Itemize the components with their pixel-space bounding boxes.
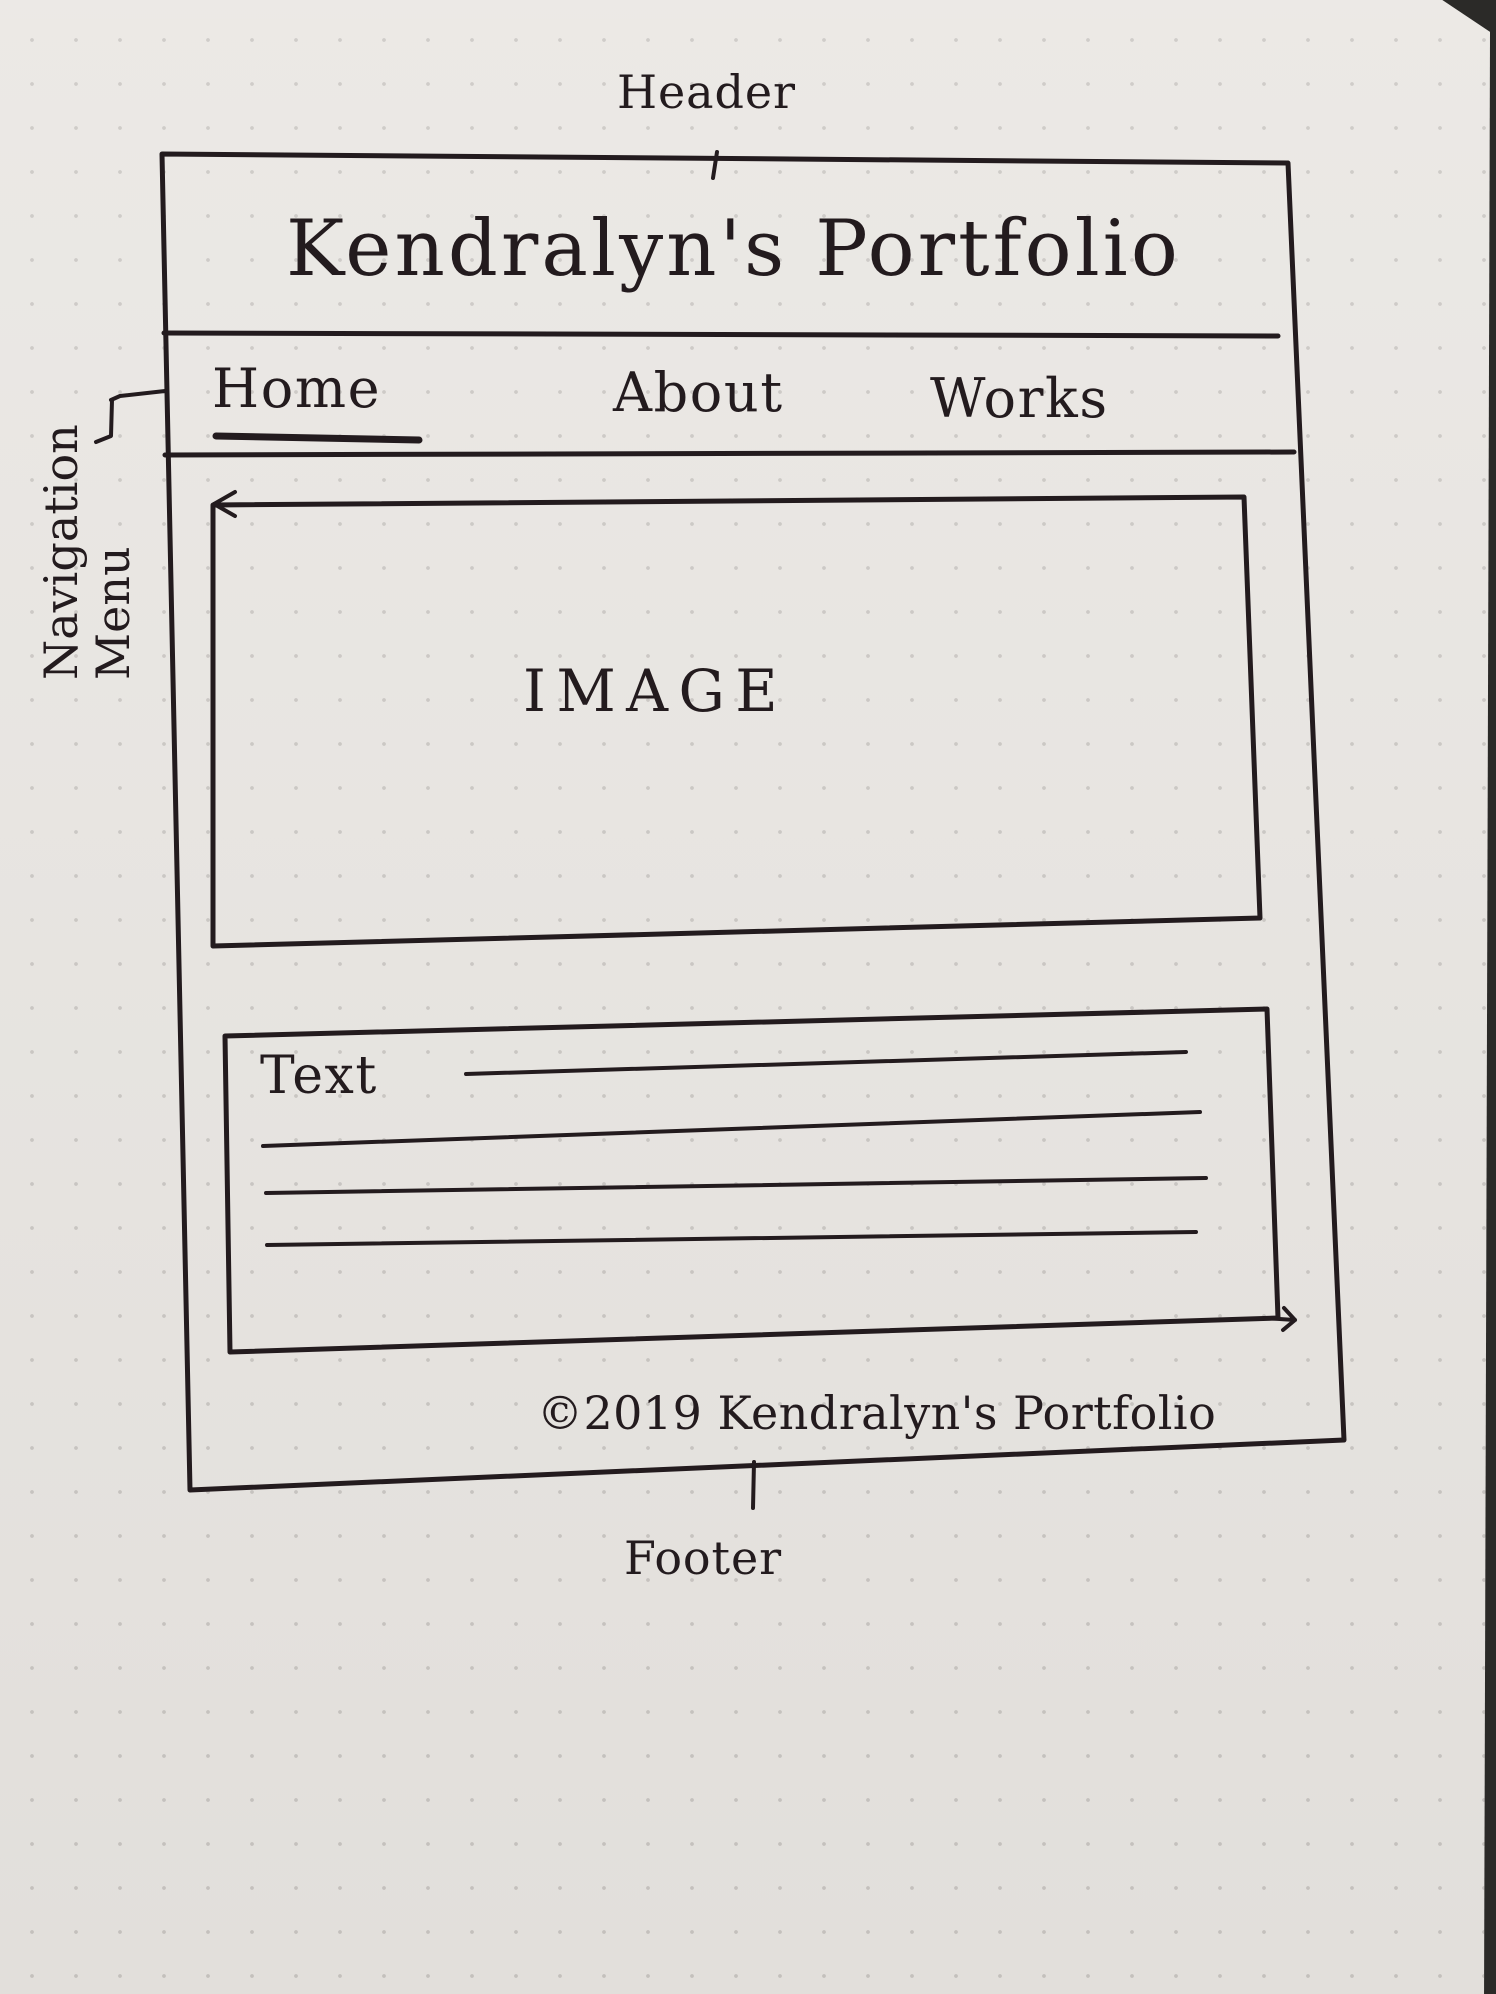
- nav-link-about: About: [613, 361, 784, 424]
- footer-copyright-text: ©2019 Kendralyn's Portfolio: [537, 1386, 1217, 1440]
- header-leader-line: [711, 150, 719, 180]
- navigation-leader-line: [109, 389, 167, 402]
- navigation-annotation-line-1: Navigation: [34, 424, 88, 680]
- header-bottom-line: [161, 330, 1281, 339]
- footer-leader-line: [751, 1460, 756, 1510]
- site-title: Kendralyn's Portfolio: [286, 204, 1181, 294]
- footer-annotation: Footer: [624, 1531, 783, 1585]
- nav-bottom-line: [162, 449, 1297, 458]
- outer-frame: [159, 151, 1347, 1493]
- nav-link-works: Works: [930, 367, 1109, 430]
- text-line-4: [265, 1230, 1198, 1247]
- header-annotation: Header: [617, 65, 796, 119]
- home-underline: [212, 432, 423, 444]
- wireframe-sketch: [94, 150, 1347, 1510]
- text-line-1: [464, 1050, 1188, 1076]
- nav-link-home: Home: [212, 357, 382, 420]
- text-line-3: [264, 1176, 1208, 1195]
- navigation-menu-annotation: Navigation Menu: [34, 424, 140, 680]
- text-line-2: [261, 1110, 1202, 1148]
- navigation-annotation-line-2: Menu: [86, 546, 140, 680]
- text-placeholder-label: Text: [260, 1046, 378, 1106]
- image-placeholder-label: IMAGE: [523, 657, 789, 725]
- paper-sheet: Header Navigation Menu Kendralyn's Portf…: [0, 0, 1490, 1994]
